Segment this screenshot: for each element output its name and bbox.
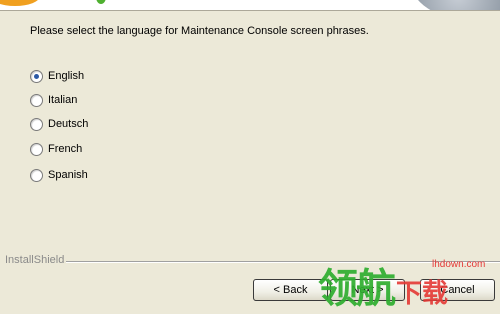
radio-button-icon[interactable]	[30, 117, 43, 131]
banner-disc-graphic	[410, 0, 500, 10]
dialog-content: Please select the language for Maintenan…	[0, 10, 500, 251]
radio-button-icon[interactable]	[30, 69, 43, 83]
radio-label: French	[48, 143, 83, 155]
radio-option-french[interactable]: French	[30, 141, 82, 157]
radio-option-deutsch[interactable]: Deutsch	[30, 116, 88, 132]
radio-label: English	[48, 70, 85, 82]
watermark-logo: 领航下载	[318, 256, 448, 314]
banner-green-graphic	[96, 0, 106, 4]
banner-orange-graphic	[0, 0, 40, 6]
radio-button-icon[interactable]	[30, 168, 43, 182]
installshield-brand: InstallShield	[5, 254, 65, 266]
radio-label: Italian	[48, 94, 78, 106]
radio-option-english[interactable]: English	[30, 68, 84, 84]
radio-label: Deutsch	[48, 118, 89, 130]
radio-option-spanish[interactable]: Spanish	[30, 167, 88, 183]
radio-button-icon[interactable]	[30, 93, 43, 107]
watermark-logo-big: 领航	[318, 266, 396, 312]
back-button[interactable]: < Back	[253, 279, 328, 301]
radio-label: Spanish	[48, 169, 88, 181]
dialog-header-banner	[0, 0, 500, 10]
instruction-text: Please select the language for Maintenan…	[30, 25, 369, 37]
radio-option-italian[interactable]: Italian	[30, 92, 77, 108]
watermark-logo-small: 下载	[396, 279, 449, 309]
radio-button-icon[interactable]	[30, 142, 43, 156]
